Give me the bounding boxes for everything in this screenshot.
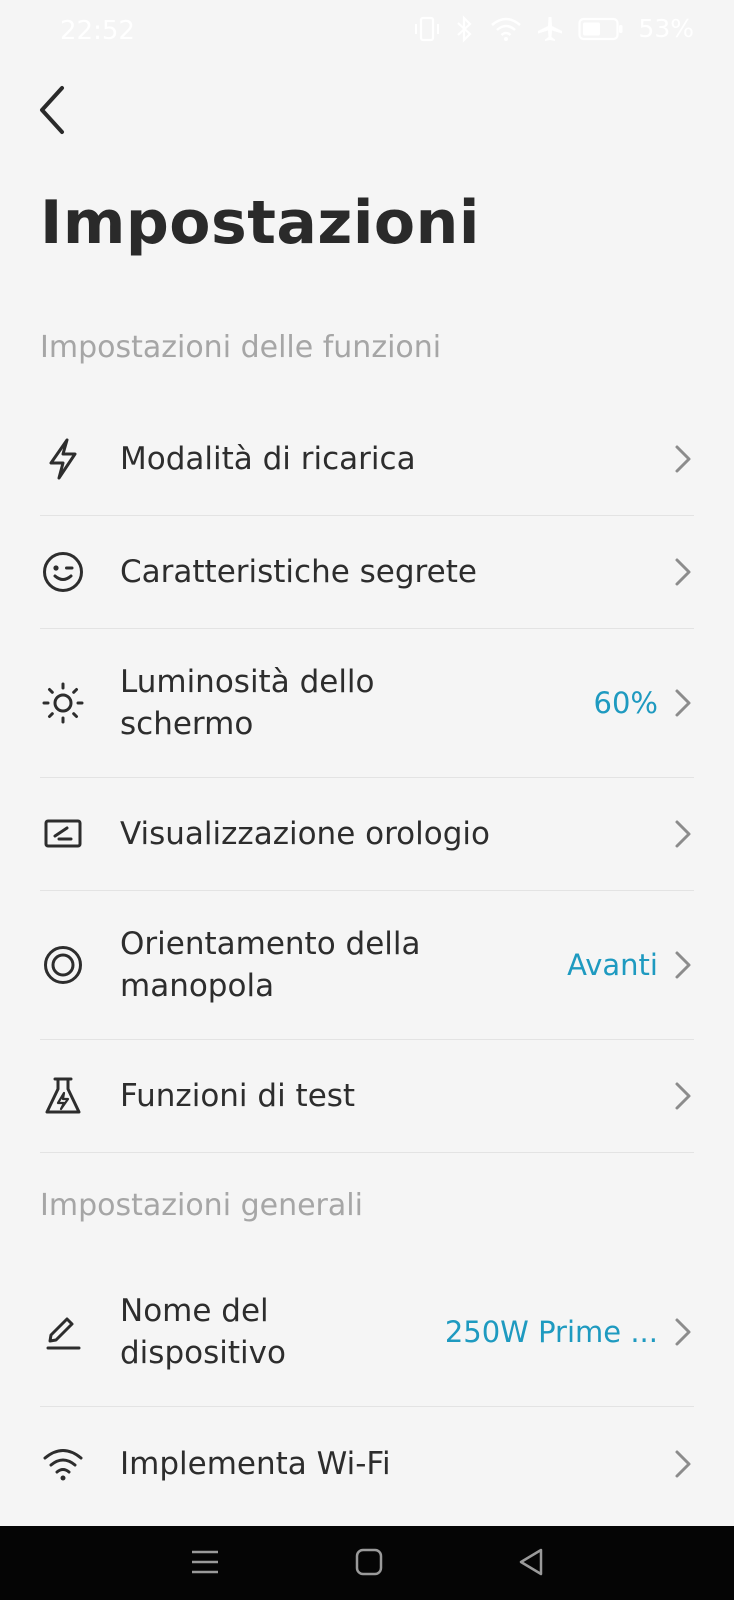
page-title: Impostazioni <box>40 188 480 258</box>
setting-label-line1: Luminosità dello <box>120 663 375 700</box>
setting-label: Funzioni di test <box>120 1077 356 1114</box>
wifi-icon <box>40 1441 86 1487</box>
setting-secret-features[interactable]: Caratteristiche segrete <box>40 515 694 629</box>
clock-display-icon <box>40 811 86 857</box>
menu-icon <box>192 1550 218 1574</box>
setting-screen-brightness[interactable]: Luminosità dello schermo 60% <box>40 628 694 778</box>
setting-clock-display[interactable]: Visualizzazione orologio <box>40 777 694 891</box>
bluetooth-icon <box>457 14 473 43</box>
chevron-right-icon <box>675 1082 691 1109</box>
square-home-icon <box>355 1548 383 1576</box>
section-header-general: Impostazioni generali <box>40 1188 363 1223</box>
wink-face-icon <box>40 549 86 595</box>
setting-value: 250W Prime ... <box>444 1314 658 1349</box>
setting-label: Luminosità dello schermo <box>120 661 375 745</box>
setting-charging-mode[interactable]: Modalità di ricarica <box>40 402 694 516</box>
setting-label-line2: dispositivo <box>120 1334 286 1371</box>
setting-label: Nome del dispositivo <box>120 1290 286 1374</box>
triangle-back-icon <box>519 1548 543 1576</box>
setting-label: Orientamento della manopola <box>120 923 421 1007</box>
setting-device-name[interactable]: Nome del dispositivo 250W Prime ... <box>40 1257 694 1407</box>
nav-back-button[interactable] <box>514 1544 548 1584</box>
airplane-icon <box>538 16 563 41</box>
setting-label: Visualizzazione orologio <box>120 815 490 852</box>
status-icons: 53% <box>414 14 694 43</box>
setting-value: Avanti <box>567 947 658 982</box>
system-nav-bar <box>0 1526 734 1600</box>
setting-value: 60% <box>593 685 658 720</box>
chevron-right-icon <box>675 445 691 472</box>
sun-icon <box>40 680 86 726</box>
vibrate-icon <box>415 16 440 41</box>
setting-label: Modalità di ricarica <box>120 440 416 477</box>
status-time: 22:52 <box>60 16 135 46</box>
chevron-right-icon <box>675 689 691 716</box>
setting-test-functions[interactable]: Funzioni di test <box>40 1039 694 1153</box>
lightning-icon <box>40 436 86 482</box>
setting-label-line1: Orientamento della <box>120 925 421 962</box>
back-button[interactable] <box>28 80 76 140</box>
setting-label-line2: manopola <box>120 967 275 1004</box>
setting-label: Implementa Wi-Fi <box>120 1445 391 1482</box>
wifi-status-icon <box>491 17 522 41</box>
section-header-functions: Impostazioni delle funzioni <box>40 330 442 365</box>
chevron-right-icon <box>675 558 691 585</box>
setting-label: Caratteristiche segrete <box>120 553 477 590</box>
chevron-right-icon <box>675 951 691 978</box>
nav-home-button[interactable] <box>352 1544 386 1584</box>
battery-icon <box>578 17 623 40</box>
pencil-icon <box>40 1309 86 1355</box>
chevron-left-icon <box>40 86 64 134</box>
flask-icon <box>40 1073 86 1119</box>
battery-percentage: 53% <box>638 14 694 43</box>
setting-label-line2: schermo <box>120 705 254 742</box>
chevron-right-icon <box>675 820 691 847</box>
setting-knob-orientation[interactable]: Orientamento della manopola Avanti <box>40 890 694 1040</box>
chevron-right-icon <box>675 1450 691 1477</box>
status-bar: 22:52 53% <box>0 0 734 64</box>
setting-label-line1: Nome del <box>120 1292 269 1329</box>
nav-menu-button[interactable] <box>188 1544 222 1584</box>
chevron-right-icon <box>675 1318 691 1345</box>
knob-icon <box>40 942 86 988</box>
setting-wifi-setup[interactable]: Implementa Wi-Fi <box>40 1406 694 1521</box>
